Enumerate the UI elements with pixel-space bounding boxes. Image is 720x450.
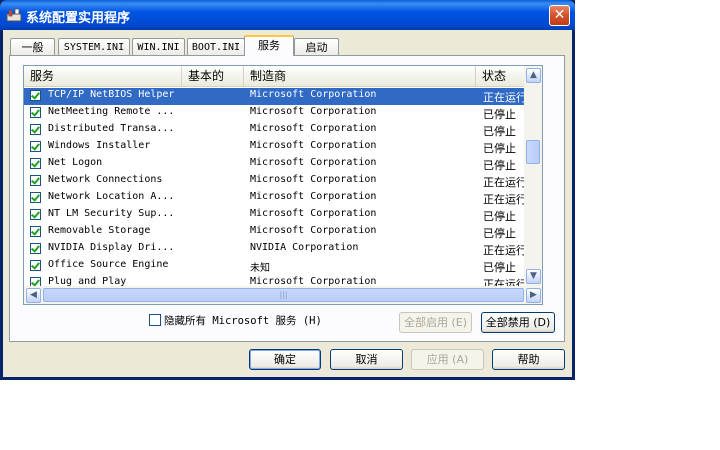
horizontal-scroll-thumb[interactable]: ||| [43, 288, 524, 302]
msconfig-app-icon [6, 8, 22, 22]
help-button[interactable]: 帮助 [492, 349, 565, 370]
horizontal-scrollbar[interactable]: ◀ ||| ▶ [24, 286, 542, 304]
service-status: 正在运行 [483, 193, 527, 206]
table-row[interactable]: NT LM Security Sup... Microsoft Corporati… [24, 207, 524, 224]
hide-ms-label: 隐藏所有 Microsoft 服务 (H) [164, 315, 322, 327]
apply-button[interactable]: 应用 (A) [411, 349, 484, 370]
service-checkbox[interactable] [30, 141, 41, 152]
service-name: NT LM Security Sup... [48, 208, 175, 219]
service-manufacturer: Microsoft Corporation [250, 157, 377, 168]
table-row[interactable]: Network Connections Microsoft Corporation… [24, 173, 527, 190]
tab-system-ini[interactable]: SYSTEM.INI [58, 38, 130, 55]
service-status: 已停止 [483, 159, 516, 172]
table-row[interactable]: Net Logon Microsoft Corporation 已停止 [24, 156, 524, 173]
table-row[interactable]: Removable Storage Microsoft Corporation 已停… [24, 224, 524, 241]
service-checkbox[interactable] [30, 209, 41, 220]
service-name: NetMeeting Remote ... [48, 106, 175, 117]
tab-win-ini-label: WIN.INI [137, 42, 180, 53]
cancel-button[interactable]: 取消 [330, 349, 403, 370]
service-status: 正在运行 [483, 244, 527, 257]
table-row[interactable]: TCP/IP NetBIOS Helper Microsoft Corporati… [24, 88, 527, 105]
service-manufacturer: Microsoft Corporation [250, 174, 377, 185]
service-status: 正在运行 [483, 176, 527, 189]
table-row[interactable]: Office Source Engine 未知 已停止 [24, 258, 524, 275]
hide-ms-checkbox-box[interactable] [149, 314, 161, 326]
service-name: Net Logon [48, 157, 103, 168]
service-manufacturer: Microsoft Corporation [250, 225, 377, 236]
service-status: 已停止 [483, 261, 516, 274]
service-manufacturer: Microsoft Corporation [250, 89, 377, 100]
service-checkbox[interactable] [30, 192, 41, 203]
vertical-scrollbar[interactable]: ▲ ▼ [524, 66, 542, 286]
table-row[interactable]: Distributed Transa... Microsoft Corporati… [24, 122, 524, 139]
services-list[interactable]: 服务 基本的 制造商 状态 TCP/IP NetBIOS Helper Micro… [23, 65, 543, 305]
close-button[interactable]: ✕ [549, 5, 570, 26]
window-title: 系统配置实用程序 [26, 11, 131, 26]
service-checkbox[interactable] [30, 90, 41, 101]
vertical-scroll-thumb[interactable] [526, 140, 540, 164]
service-name: Network Connections [48, 174, 163, 185]
tab-services[interactable]: 服务 [244, 35, 294, 56]
scroll-right-icon[interactable]: ▶ [526, 288, 541, 303]
service-rows: TCP/IP NetBIOS Helper Microsoft Corporati… [24, 88, 527, 292]
service-manufacturer: Microsoft Corporation [250, 123, 377, 134]
service-manufacturer: Microsoft Corporation [250, 208, 377, 219]
tab-general[interactable]: 一般 [10, 38, 55, 55]
tab-boot-ini-label: BOOT.INI [191, 42, 241, 53]
service-status: 已停止 [483, 108, 516, 121]
tab-startup-label: 启动 [305, 41, 328, 54]
tab-win-ini[interactable]: WIN.INI [132, 38, 185, 55]
column-header-status[interactable]: 状态 [476, 66, 524, 86]
service-checkbox[interactable] [30, 260, 41, 271]
service-manufacturer: NVIDIA Corporation [250, 242, 359, 253]
service-status: 已停止 [483, 227, 516, 240]
hide-ms-services-checkbox[interactable]: 隐藏所有 Microsoft 服务 (H) [149, 313, 322, 328]
service-manufacturer: Microsoft Corporation [250, 140, 377, 151]
table-row[interactable]: Network Location A... Microsoft Corporati… [24, 190, 527, 207]
service-manufacturer: 未知 [250, 263, 270, 274]
list-header: 服务 基本的 制造商 状态 [24, 66, 524, 87]
enable-all-button[interactable]: 全部启用 (E) [399, 312, 472, 333]
service-manufacturer: Microsoft Corporation [250, 191, 377, 202]
service-checkbox[interactable] [30, 158, 41, 169]
tab-services-label: 服务 [258, 39, 280, 52]
tab-boot-ini[interactable]: BOOT.INI [187, 38, 245, 55]
service-status: 正在运行 [483, 89, 527, 105]
service-name: NVIDIA Display Dri... [48, 242, 175, 253]
tab-general-label: 一般 [21, 41, 44, 54]
title-bar[interactable]: 系统配置实用程序 ✕ [0, 0, 575, 30]
tab-system-ini-label: SYSTEM.INI [63, 42, 125, 53]
tab-startup[interactable]: 启动 [294, 38, 339, 55]
dialog-client: 一般 SYSTEM.INI WIN.INI BOOT.INI 服务 启动 服务 … [3, 30, 572, 377]
table-row[interactable]: NVIDIA Display Dri... NVIDIA Corporation 正… [24, 241, 527, 258]
service-status: 已停止 [483, 142, 516, 155]
scroll-up-icon[interactable]: ▲ [526, 68, 541, 83]
scroll-left-icon[interactable]: ◀ [26, 288, 41, 303]
table-row[interactable]: NetMeeting Remote ... Microsoft Corporati… [24, 105, 524, 122]
service-name: Office Source Engine [48, 259, 169, 270]
service-name: Removable Storage [48, 225, 151, 236]
disable-all-button[interactable]: 全部禁用 (D) [481, 312, 555, 333]
scroll-down-icon[interactable]: ▼ [526, 269, 541, 284]
service-checkbox[interactable] [30, 107, 41, 118]
service-checkbox[interactable] [30, 124, 41, 135]
service-checkbox[interactable] [30, 226, 41, 237]
msconfig-window: 系统配置实用程序 ✕ 一般 SYSTEM.INI WIN.INI BOOT.IN… [0, 0, 575, 380]
close-icon: ✕ [553, 7, 566, 23]
column-header-service[interactable]: 服务 [24, 66, 182, 86]
service-name: Windows Installer [48, 140, 151, 151]
services-tab-panel: 服务 基本的 制造商 状态 TCP/IP NetBIOS Helper Micro… [9, 55, 565, 342]
ok-button[interactable]: 确定 [249, 349, 321, 370]
table-row[interactable]: Windows Installer Microsoft Corporation 已停… [24, 139, 524, 156]
service-name: Distributed Transa... [48, 123, 175, 134]
service-checkbox[interactable] [30, 243, 41, 254]
service-checkbox[interactable] [30, 175, 41, 186]
service-manufacturer: Microsoft Corporation [250, 106, 377, 117]
column-header-manufacturer[interactable]: 制造商 [244, 66, 476, 86]
service-status: 已停止 [483, 210, 516, 223]
service-name: Network Location A... [48, 191, 175, 202]
service-status: 已停止 [483, 125, 516, 138]
column-header-essential[interactable]: 基本的 [182, 66, 244, 86]
service-name: TCP/IP NetBIOS Helper [48, 89, 184, 100]
